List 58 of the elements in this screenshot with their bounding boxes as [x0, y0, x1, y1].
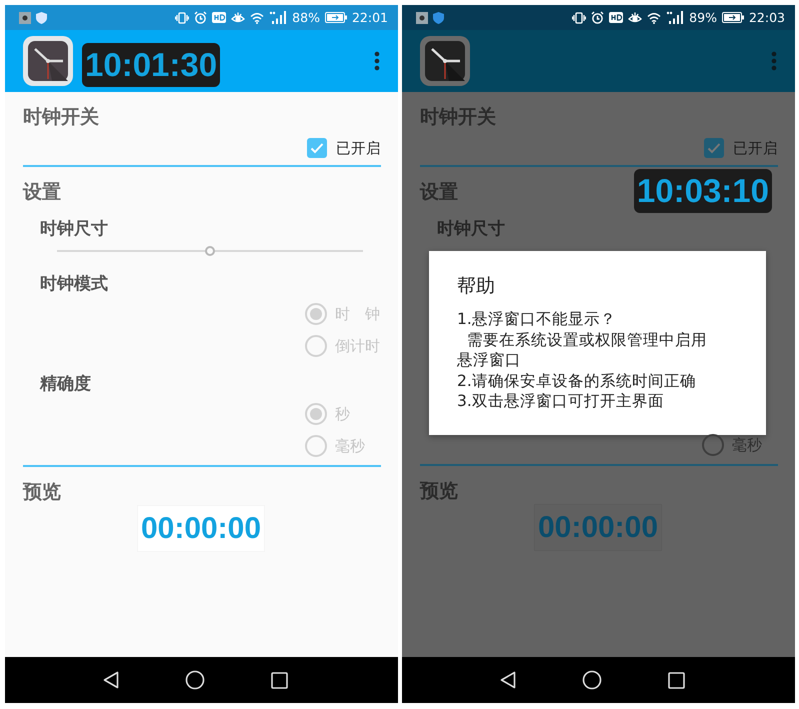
notification-icon — [416, 12, 428, 24]
setting-label: 精确度 — [40, 374, 91, 394]
status-time: 22:01 — [352, 10, 388, 25]
floating-clock[interactable]: 10:03:10 — [634, 169, 772, 213]
shield-icon — [433, 12, 444, 24]
status-time: 22:03 — [748, 10, 785, 25]
checkbox[interactable] — [307, 138, 327, 158]
battery-percent: 89% — [689, 10, 717, 25]
battery-icon — [324, 12, 347, 23]
alarm-icon — [194, 11, 208, 24]
hd-icon — [609, 12, 624, 23]
alarm-icon — [591, 11, 604, 24]
checkmark-icon — [707, 142, 721, 154]
home-icon[interactable] — [185, 670, 205, 690]
home-icon[interactable] — [582, 670, 602, 690]
section-title: 时钟开关 — [420, 105, 496, 130]
section-title: 设置 — [420, 180, 458, 205]
battery-percent: 88% — [292, 10, 320, 25]
wifi-icon — [647, 12, 662, 24]
slider-thumb[interactable] — [205, 246, 215, 256]
menu-icon[interactable] — [374, 51, 380, 71]
setting-label: 时钟模式 — [40, 274, 108, 294]
signal-icon — [269, 11, 288, 24]
vibrate-icon — [572, 12, 586, 24]
section-title: 预览 — [420, 479, 458, 504]
clock-app-icon — [22, 35, 74, 87]
section-title: 时钟开关 — [23, 105, 99, 130]
wifi-icon — [250, 12, 264, 24]
section-title: 设置 — [23, 180, 61, 205]
vibrate-icon — [175, 12, 190, 24]
checkbox-label: 已开启 — [733, 140, 778, 158]
slider-track[interactable] — [57, 245, 363, 257]
checkmark-icon — [310, 142, 324, 154]
floating-clock[interactable]: 10:01:30 — [82, 43, 220, 87]
preview-clock: 00:00:00 — [136, 505, 266, 552]
dialog-title: 帮助 — [457, 274, 496, 299]
setting-label: 时钟尺寸 — [437, 219, 505, 239]
shield-icon — [36, 12, 47, 24]
signal-icon — [666, 11, 684, 24]
dialog-text: 1.悬浮窗口不能显示？ — [457, 309, 617, 330]
back-icon[interactable] — [103, 671, 119, 689]
dialog-text: 2.请确保安卓设备的系统时间正确 — [457, 370, 697, 391]
back-icon[interactable] — [500, 671, 516, 689]
section-title: 预览 — [23, 480, 61, 505]
checkbox-label: 已开启 — [336, 140, 381, 158]
dialog-text: 需要在系统设置或权限管理中启用悬浮窗口 — [457, 330, 708, 370]
eye-icon — [231, 12, 246, 24]
battery-icon — [722, 12, 744, 23]
dialog-text: 3.双击悬浮窗口可打开主界面 — [457, 391, 665, 412]
recents-icon[interactable] — [668, 672, 685, 688]
clock-app-icon — [419, 35, 471, 87]
preview-clock: 00:00:00 — [534, 504, 662, 551]
recents-icon[interactable] — [271, 672, 288, 688]
checkbox[interactable] — [704, 138, 724, 158]
setting-label: 时钟尺寸 — [40, 219, 108, 239]
notification-icon — [19, 12, 31, 24]
eye-icon — [628, 12, 642, 24]
hd-icon — [212, 12, 226, 23]
